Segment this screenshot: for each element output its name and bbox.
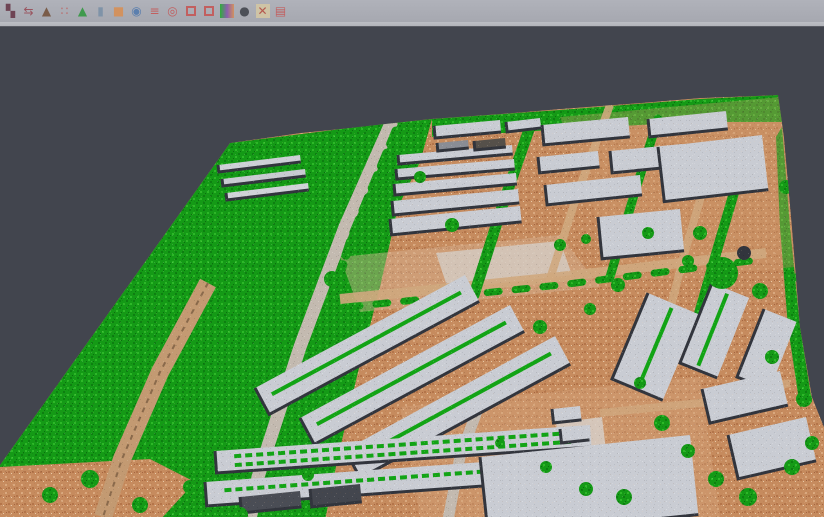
application-window: ▚ ⇆ ▲ ∷ ▲ ▮ ■ ◉ ≡ ◎ ● ✕ ▤ (0, 0, 824, 517)
align-clouds-icon: ⇆ (22, 4, 36, 18)
layer-list-icon: ≡ (148, 4, 162, 18)
3d-viewport[interactable] (0, 27, 824, 517)
delete-points-icon[interactable]: ✕ (254, 2, 271, 20)
globe-blue-icon[interactable]: ◉ (128, 2, 145, 20)
sphere-dark-icon: ● (238, 4, 252, 18)
terrain-brown-icon[interactable]: ▲ (38, 2, 55, 20)
vertical-slab-icon[interactable]: ▮ (92, 2, 109, 20)
point-picking-icon[interactable]: ∷ (56, 2, 73, 20)
edit-colors-icon[interactable]: ▚ (2, 2, 19, 20)
toolbar: ▚ ⇆ ▲ ∷ ▲ ▮ ■ ◉ ≡ ◎ ● ✕ ▤ (0, 0, 824, 22)
delete-points-icon: ✕ (256, 4, 270, 18)
point-cloud-scene[interactable] (0, 27, 824, 517)
striped-bar-icon: ▤ (274, 4, 288, 18)
terrain-green-icon: ▲ (76, 4, 90, 18)
crop-frame-icon (186, 6, 196, 16)
ring-tool-icon[interactable]: ◎ (164, 2, 181, 20)
layer-list-icon[interactable]: ≡ (146, 2, 163, 20)
vertical-slab-icon: ▮ (94, 4, 108, 18)
edit-colors-icon: ▚ (4, 4, 18, 18)
selection-box-icon[interactable] (200, 2, 217, 20)
color-ramp-icon (220, 4, 234, 18)
globe-blue-icon: ◉ (130, 4, 144, 18)
striped-bar-icon[interactable]: ▤ (272, 2, 289, 20)
color-ramp-icon[interactable] (218, 2, 235, 20)
orange-plane-icon[interactable]: ■ (110, 2, 127, 20)
ring-tool-icon: ◎ (166, 4, 180, 18)
point-picking-icon: ∷ (58, 4, 72, 18)
orange-plane-icon: ■ (112, 4, 126, 18)
terrain-green-icon[interactable]: ▲ (74, 2, 91, 20)
crop-frame-icon[interactable] (182, 2, 199, 20)
selection-box-icon (204, 6, 214, 16)
terrain-brown-icon: ▲ (40, 4, 54, 18)
sphere-dark-icon[interactable]: ● (236, 2, 253, 20)
align-clouds-icon[interactable]: ⇆ (20, 2, 37, 20)
